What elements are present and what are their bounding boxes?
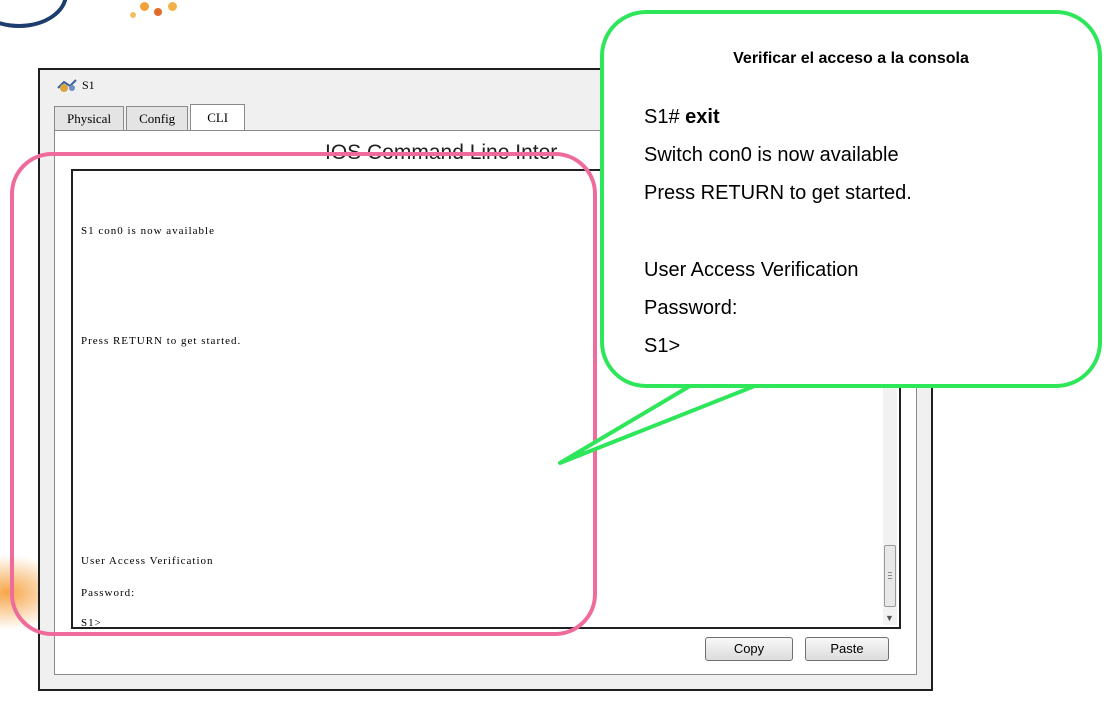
- callout-line: Switch con0 is now available: [644, 144, 899, 166]
- tab-bar: Physical Config CLI: [54, 104, 247, 130]
- highlight-frame: [10, 152, 597, 636]
- switch-icon: [57, 79, 77, 92]
- paste-button[interactable]: Paste: [805, 637, 889, 661]
- callout-command-line: S1# exit: [644, 106, 720, 129]
- scroll-down-icon[interactable]: ▼: [885, 613, 894, 623]
- scrollbar-thumb[interactable]: [884, 545, 896, 607]
- callout-line: User Access Verification: [644, 259, 859, 281]
- tab-config[interactable]: Config: [126, 106, 189, 130]
- callout-line: S1>: [644, 335, 681, 357]
- copy-button[interactable]: Copy: [705, 637, 793, 661]
- callout-prompt: S1#: [644, 106, 680, 128]
- window-title: S1: [82, 78, 95, 92]
- callout-command: exit: [685, 106, 720, 128]
- logo-arc-icon: [0, 0, 68, 28]
- tab-physical[interactable]: Physical: [54, 106, 125, 130]
- callout-line: Password:: [644, 297, 738, 319]
- callout-title: Verificar el acceso a la consola: [733, 50, 969, 67]
- callout-line: Press RETURN to get started.: [644, 182, 912, 204]
- logo-dots-icon: [110, 0, 220, 30]
- callout-bubble: Verificar el acceso a la consola S1# exi…: [600, 10, 1102, 388]
- tab-cli[interactable]: CLI: [190, 104, 246, 130]
